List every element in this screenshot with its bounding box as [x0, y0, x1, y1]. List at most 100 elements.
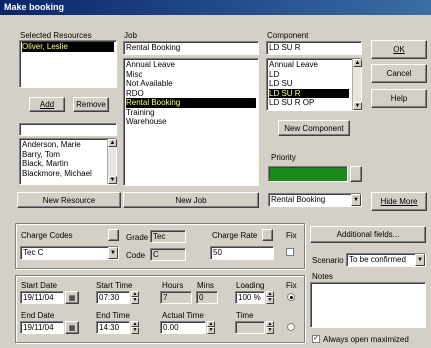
time-input[interactable]: [235, 321, 265, 334]
resource-list-box[interactable]: Anderson, Marie Barry, Tom Black, Martin…: [19, 138, 117, 185]
charge-fix-label: Fix: [286, 231, 297, 240]
resource-list-scrollbar[interactable]: ▲ ▼: [107, 139, 117, 184]
priority-picker-button[interactable]: [350, 166, 362, 182]
component-label: Component: [267, 31, 309, 40]
list-item[interactable]: Annual Leave: [269, 60, 349, 70]
charge-fix-checkbox[interactable]: [286, 248, 294, 256]
list-item[interactable]: Warehouse: [126, 117, 256, 127]
scroll-up-icon[interactable]: ▲: [353, 59, 362, 67]
mins-label: Mins: [197, 281, 214, 290]
end-date-label: End Date: [21, 311, 55, 320]
scroll-up-icon[interactable]: ▲: [108, 139, 117, 147]
spin-down-icon[interactable]: ▼: [266, 327, 274, 334]
help-button[interactable]: Help: [371, 89, 427, 108]
ok-button[interactable]: OK: [371, 40, 427, 59]
list-item-selected[interactable]: Rental Booking: [126, 98, 256, 108]
spin-down-icon[interactable]: ▼: [131, 297, 139, 304]
list-item[interactable]: Black, Martin: [22, 159, 104, 169]
grade-label: Grade: [126, 233, 149, 242]
time-fix-label: Fix: [286, 281, 297, 290]
charge-rate-input[interactable]: 50: [210, 246, 274, 260]
list-item[interactable]: Barry, Tom: [22, 150, 104, 160]
spin-down-icon[interactable]: ▼: [207, 327, 215, 334]
remove-button[interactable]: Remove: [73, 97, 109, 112]
selected-resource-item[interactable]: Oliver, Leslie: [22, 42, 114, 52]
charge-rate-button[interactable]: [262, 229, 273, 241]
scroll-down-icon[interactable]: ▼: [353, 102, 362, 110]
list-item[interactable]: Misc: [126, 70, 256, 80]
hours-label: Hours: [162, 281, 184, 290]
end-date-input[interactable]: 19/11/04: [20, 321, 64, 334]
job-input[interactable]: Rental Booking: [123, 41, 259, 55]
add-button[interactable]: Add: [29, 97, 65, 112]
start-time-spinner[interactable]: ▲ ▼: [131, 291, 139, 304]
scenario-select[interactable]: To be confirmed ▼: [346, 253, 426, 267]
start-time-label: Start Time: [96, 281, 133, 290]
actual-time-spinner[interactable]: ▲ ▼: [207, 321, 215, 334]
new-resource-button[interactable]: New Resource: [17, 192, 121, 208]
loading-label: Loading: [236, 281, 265, 290]
calendar-icon[interactable]: ▦: [65, 291, 79, 304]
fix-time-radio[interactable]: [287, 323, 295, 331]
priority-color-swatch[interactable]: [268, 166, 348, 182]
priority-label: Priority: [271, 153, 296, 162]
code-field: C: [150, 248, 186, 261]
start-date-label: Start Date: [21, 281, 58, 290]
resource-search-input[interactable]: [19, 123, 117, 136]
charge-rate-label: Charge Rate: [212, 231, 258, 240]
component-input[interactable]: LD SU R: [266, 41, 362, 55]
charge-codes-select[interactable]: Tec C ▼: [20, 246, 119, 260]
list-item[interactable]: Not Available: [126, 79, 256, 89]
selected-resources-label: Selected Resources: [20, 31, 92, 40]
notes-textarea[interactable]: [310, 282, 426, 328]
selected-resources-list[interactable]: Oliver, Leslie: [19, 40, 117, 88]
cancel-button[interactable]: Cancel: [371, 64, 427, 83]
new-job-button[interactable]: New Job: [123, 192, 259, 208]
chevron-down-icon[interactable]: ▼: [351, 194, 361, 206]
new-component-button[interactable]: New Component: [278, 120, 350, 136]
list-item[interactable]: LD SU: [269, 79, 349, 89]
list-item[interactable]: Annual Leave: [126, 60, 256, 70]
grade-field: Tec: [150, 230, 186, 243]
additional-fields-button[interactable]: Additional fields...: [310, 226, 426, 243]
component-list-scrollbar[interactable]: ▲ ▼: [352, 59, 362, 110]
actual-time-input[interactable]: 0.00: [160, 321, 206, 334]
list-item[interactable]: LD SU R OP: [269, 98, 349, 108]
list-item[interactable]: Anderson, Marie: [22, 140, 104, 150]
list-item[interactable]: Training: [126, 108, 256, 118]
loading-input[interactable]: 100 %: [235, 291, 265, 304]
job-list[interactable]: Annual Leave Misc Not Available RDO Rent…: [123, 58, 259, 186]
spin-down-icon[interactable]: ▼: [266, 297, 274, 304]
always-open-maximized-label: Always open maximized: [323, 335, 409, 344]
scroll-down-icon[interactable]: ▼: [108, 176, 117, 184]
actual-time-label: Actual Time: [162, 311, 204, 320]
end-time-label: End Time: [96, 311, 130, 320]
list-item[interactable]: RDO: [126, 89, 256, 99]
chevron-down-icon[interactable]: ▼: [415, 254, 425, 266]
end-time-input[interactable]: 14:30: [96, 321, 130, 334]
charge-codes-button[interactable]: [108, 229, 119, 241]
list-item-selected[interactable]: LD SU R: [269, 88, 349, 98]
start-time-input[interactable]: 07:30: [96, 291, 130, 304]
chevron-down-icon[interactable]: ▼: [108, 247, 118, 259]
mins-field: 0: [196, 291, 218, 304]
hours-field: 7: [160, 291, 192, 304]
always-open-maximized-checkbox[interactable]: ✓: [312, 335, 320, 343]
fix-loading-radio[interactable]: [287, 293, 295, 301]
notes-label: Notes: [312, 272, 333, 281]
calendar-icon[interactable]: ▦: [65, 321, 79, 334]
charge-codes-label: Charge Codes: [21, 231, 73, 240]
spin-down-icon[interactable]: ▼: [131, 327, 139, 334]
time-spinner[interactable]: ▲ ▼: [266, 321, 274, 334]
component-list-box[interactable]: Annual Leave LD LD SU LD SU R LD SU R OP…: [266, 58, 362, 111]
priority-select[interactable]: Rental Booking ▼: [268, 193, 362, 207]
end-time-spinner[interactable]: ▲ ▼: [131, 321, 139, 334]
list-item[interactable]: Blackmore, Michael: [22, 169, 104, 179]
list-item[interactable]: LD: [269, 70, 349, 80]
window-title: Make booking: [0, 0, 431, 15]
scenario-label: Scenario: [312, 256, 344, 265]
code-label: Code: [126, 251, 146, 260]
start-date-input[interactable]: 19/11/04: [20, 291, 64, 304]
hide-more-button[interactable]: Hide More: [371, 192, 427, 211]
loading-spinner[interactable]: ▲ ▼: [266, 291, 274, 304]
